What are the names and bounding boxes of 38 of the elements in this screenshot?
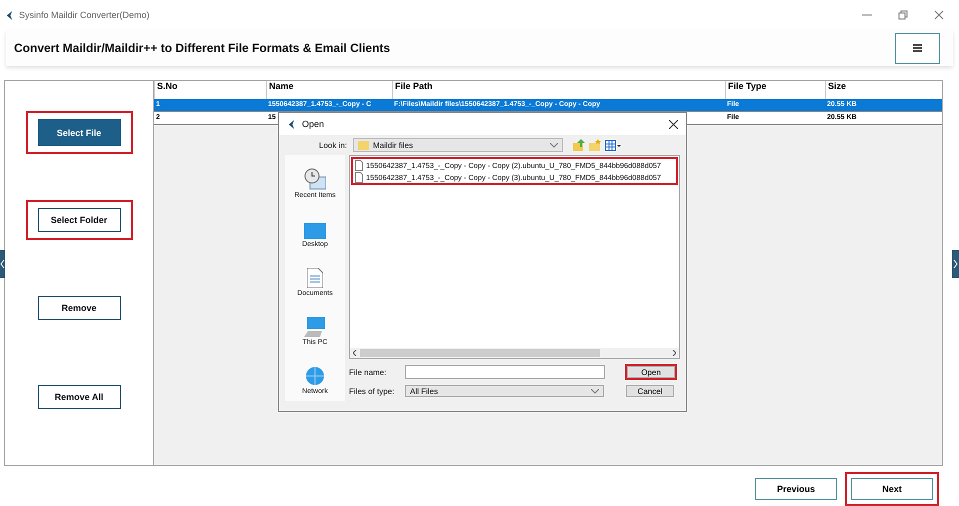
menu-icon	[913, 44, 922, 52]
window-title: Sysinfo Maildir Converter(Demo)	[19, 10, 150, 20]
file-type-dropdown[interactable]: All Files	[405, 385, 604, 397]
chevron-right-icon[interactable]	[952, 250, 959, 278]
look-in-dropdown[interactable]: Maildir files	[353, 138, 563, 152]
file-name-label: File name:	[349, 368, 388, 376]
open-button[interactable]: Open	[627, 366, 675, 378]
side-button[interactable]: Remove	[38, 296, 120, 320]
clock-icon	[304, 168, 326, 190]
next-button[interactable]: Next	[851, 478, 933, 500]
side-button[interactable]: Select Folder	[38, 208, 120, 232]
select-file-button[interactable]: Select File	[38, 119, 120, 146]
files-of-type-label: Files of type:	[349, 386, 396, 396]
document-icon	[307, 268, 323, 288]
folder-icon	[358, 140, 369, 150]
chevron-down-icon	[591, 388, 599, 394]
dialog-title: Open	[302, 119, 324, 129]
view-menu-icon[interactable]	[605, 140, 621, 150]
scroll-left-icon[interactable]	[353, 350, 357, 356]
menu-button[interactable]	[895, 32, 940, 64]
file-name-field[interactable]	[405, 365, 605, 379]
up-folder-icon[interactable]	[573, 139, 585, 151]
chevron-left-icon[interactable]	[0, 250, 5, 278]
restore-icon[interactable]	[898, 10, 908, 20]
chevron-down-icon	[550, 142, 558, 148]
globe-icon	[305, 366, 325, 386]
desktop-icon	[304, 223, 326, 239]
app-logo-icon	[5, 10, 14, 20]
scroll-right-icon[interactable]	[672, 350, 676, 356]
previous-button[interactable]: Previous	[755, 478, 837, 500]
computer-icon	[304, 317, 326, 337]
close-icon[interactable]	[669, 120, 678, 128]
app-logo-icon	[287, 118, 296, 130]
page-heading: Convert Maildir/Maildir++ to Different File Formats & Email Clients	[14, 41, 390, 55]
cancel-button[interactable]: Cancel	[626, 385, 674, 397]
horizontal-scrollbar[interactable]	[350, 348, 679, 358]
side-button[interactable]: Remove All	[38, 384, 120, 408]
look-in-label: Look in:	[319, 140, 348, 150]
